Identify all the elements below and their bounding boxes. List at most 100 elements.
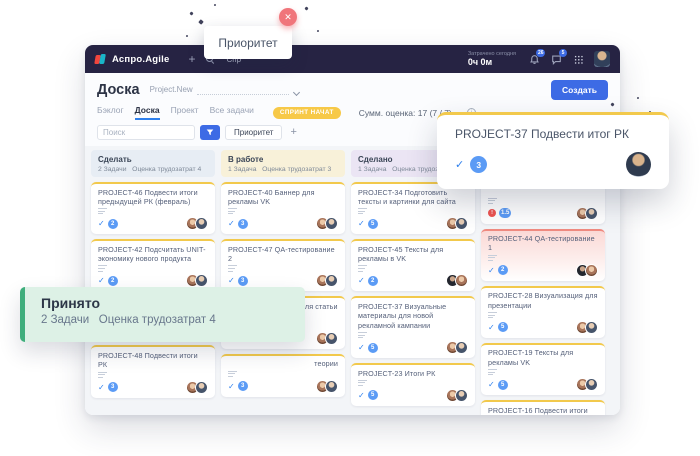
done-check-icon: ✓ <box>488 266 495 275</box>
task-card[interactable]: PROJECT-34 Подготовить тексты и картинки… <box>351 182 475 234</box>
task-code: PROJECT-16 <box>488 406 533 415</box>
search-input[interactable] <box>97 125 195 140</box>
task-status: ✓5 <box>488 380 508 390</box>
column-header[interactable]: Сделать2 Задачи Оценка трудозатрат 4 <box>91 150 215 177</box>
task-code: PROJECT-19 <box>488 348 533 357</box>
user-avatar[interactable] <box>594 51 610 67</box>
board-column: В работе1 Задача Оценка трудозатрат 3 PRO… <box>221 150 345 397</box>
priority-filter-chip[interactable]: Приоритет <box>225 125 282 140</box>
estimate-badge: 2 <box>108 219 118 229</box>
avatar <box>585 378 598 391</box>
task-card[interactable]: теории✓3 <box>221 354 345 397</box>
task-card[interactable]: PROJECT-47 QA-тестирование 2✓3 <box>221 239 345 291</box>
subtasks-icon <box>358 332 367 339</box>
quick-add-button[interactable]: + <box>188 53 195 65</box>
time-tracker: Затрачено сегодня 0ч 0м <box>468 51 516 68</box>
task-footer: ✓5 <box>488 321 598 334</box>
task-card[interactable]: PROJECT-40 Баннер для рекламы VK ✓3 <box>221 182 345 234</box>
tab-project[interactable]: Проект <box>171 105 199 120</box>
avatar <box>195 274 208 287</box>
tab-all-tasks[interactable]: Все задачи <box>210 105 254 120</box>
avatar <box>325 217 338 230</box>
brand-name: Аспро.Agile <box>112 54 169 65</box>
task-code: PROJECT-34 <box>358 188 403 197</box>
apps-grid-icon[interactable] <box>572 53 584 65</box>
close-icon[interactable]: ✕ <box>279 8 297 26</box>
done-check-icon: ✓ <box>488 380 495 389</box>
task-status: 1.5 <box>488 208 511 218</box>
column-meta: 2 Задачи Оценка трудозатрат 4 <box>98 165 208 174</box>
task-title: PROJECT-19 Тексты для рекламы VK <box>488 348 598 367</box>
task-card[interactable]: PROJECT-48 Подвести итоги РК✓3 <box>91 345 215 397</box>
task-status: ✓5 <box>358 219 378 229</box>
avatar <box>455 274 468 287</box>
subtasks-icon <box>488 369 497 376</box>
column-header[interactable]: В работе1 Задача Оценка трудозатрат 3 <box>221 150 345 177</box>
filter-button[interactable] <box>200 125 220 140</box>
task-card[interactable]: PROJECT-19 Тексты для рекламы VK ✓5 <box>481 343 605 395</box>
task-title: PROJECT-37 Визуальные материалы для ново… <box>358 302 468 330</box>
task-status: ✓3 <box>98 382 118 392</box>
tab-board[interactable]: Доска <box>135 105 160 120</box>
task-code: PROJECT-37 <box>358 302 403 311</box>
task-status: ✓3 <box>228 381 248 391</box>
tab-backlog[interactable]: Бэклог <box>97 105 124 120</box>
avatar <box>325 332 338 345</box>
avatar <box>455 341 468 354</box>
task-title: PROJECT-16 Подвести итоги РК <box>488 406 598 415</box>
column-meta: 1 Задача Оценка трудозатрат 3 <box>228 165 338 174</box>
subtasks-icon <box>358 380 367 387</box>
subtasks-icon <box>98 372 107 379</box>
assignee-avatars <box>450 341 468 354</box>
create-button[interactable]: Создать <box>551 80 608 100</box>
task-card[interactable]: PROJECT-46 Подвести итоги предыдущей РК … <box>91 182 215 234</box>
board-header: Доска Project.New Создать <box>85 73 620 104</box>
task-footer: ✓2 <box>358 274 468 287</box>
estimate-badge: 2 <box>368 276 378 286</box>
subtasks-icon <box>228 265 237 272</box>
assignee-avatars <box>580 321 598 334</box>
task-code: PROJECT-47 <box>228 245 273 254</box>
estimate-badge: 1.5 <box>499 208 511 218</box>
chevron-down-icon <box>293 88 300 95</box>
board-column: Сделать2 Задачи Оценка трудозатрат 4 PROJ… <box>91 150 215 398</box>
task-title: PROJECT-40 Баннер для рекламы VK <box>228 188 338 207</box>
assignee-avatars <box>580 264 598 277</box>
notifications-bell-icon[interactable]: 26 <box>528 53 540 65</box>
task-card[interactable]: PROJECT-28 Визуализация для презентации✓… <box>481 286 605 338</box>
estimate-badge: 5 <box>368 343 378 353</box>
task-footer: 1.5 <box>488 207 598 220</box>
task-footer: ✓3 <box>228 380 338 393</box>
assignee-avatars <box>450 389 468 402</box>
assignee-avatars <box>450 274 468 287</box>
top-navbar: Аспро.Agile + Спр Затрачено сегодня 0ч 0… <box>85 45 620 73</box>
done-check-icon: ✓ <box>98 383 105 392</box>
task-title: PROJECT-42 Подсчитать UNIT-экономику нов… <box>98 245 208 264</box>
add-filter-button[interactable]: + <box>290 127 296 138</box>
task-card[interactable]: PROJECT-44 QA-тестирование 1 ✓2 <box>481 229 605 281</box>
task-footer: ✓3 <box>98 381 208 394</box>
task-status: ✓2 <box>488 265 508 275</box>
estimate-badge: 2 <box>108 276 118 286</box>
assignee-avatars <box>450 217 468 230</box>
avatar <box>585 321 598 334</box>
task-card[interactable]: PROJECT-45 Тексты для рекламы в VK✓2 <box>351 239 475 291</box>
page-title: Доска <box>97 82 140 98</box>
task-card[interactable]: PROJECT-23 Итоги РК✓5 <box>351 363 475 406</box>
assignee-avatars <box>320 217 338 230</box>
task-card[interactable]: PROJECT-37 Визуальные материалы для ново… <box>351 296 475 358</box>
messages-icon[interactable]: 5 <box>550 53 562 65</box>
time-tracker-value: 0ч 0м <box>468 57 516 67</box>
task-card-preview[interactable]: PROJECT-37 Подвести итог РК ✓ 3 <box>437 112 669 189</box>
subtasks-icon <box>358 265 367 272</box>
task-card[interactable]: PROJECT-42 Подсчитать UNIT-экономику нов… <box>91 239 215 291</box>
avatar <box>325 274 338 287</box>
done-check-icon: ✓ <box>455 158 464 171</box>
task-title: PROJECT-46 Подвести итоги предыдущей РК … <box>98 188 208 207</box>
task-code: PROJECT-46 <box>98 188 143 197</box>
task-status: ✓3 <box>228 219 248 229</box>
project-selector[interactable]: Project.New <box>150 85 300 95</box>
task-title: PROJECT-44 QA-тестирование 1 <box>488 234 598 253</box>
task-card[interactable]: PROJECT-16 Подвести итоги РК <box>481 400 605 415</box>
done-check-icon: ✓ <box>358 219 365 228</box>
